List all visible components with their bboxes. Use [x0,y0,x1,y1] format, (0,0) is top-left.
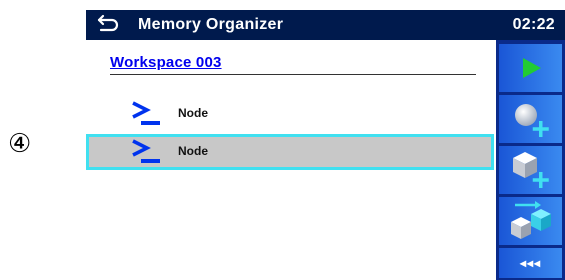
node-prompt-icon [132,101,160,125]
return-arrow-icon[interactable] [96,12,122,36]
node-label: Node [178,144,208,158]
title-bar: Memory Organizer 02:22 [86,10,565,40]
start-test-button[interactable] [499,44,562,92]
move-node-button[interactable] [499,197,562,245]
tree-node[interactable]: Node [86,96,494,132]
tree-panel: Workspace 003 Node Node [86,40,496,280]
add-node-button[interactable] [499,146,562,194]
node-label: Node [178,106,208,120]
workspace-label[interactable]: Workspace 003 [110,54,222,71]
add-measurement-button[interactable] [499,95,562,143]
move-cubes-icon [510,201,551,239]
step-marker: ④ [8,129,32,159]
action-sidebar: ◂◂◂ [496,40,565,280]
tree-node-selected[interactable]: Node [86,134,494,170]
collapse-icon: ◂◂◂ [519,256,542,270]
page-title: Memory Organizer [138,16,284,33]
node-prompt-icon [132,139,160,163]
workspace-header[interactable]: Workspace 003 [110,54,476,75]
add-sphere-icon [514,104,549,137]
collapse-sidebar-button[interactable]: ◂◂◂ [499,248,562,278]
device-screen: Memory Organizer 02:22 Workspace 003 Nod… [86,10,565,280]
clock: 02:22 [512,16,555,33]
add-cube-icon [512,152,549,188]
play-icon [522,58,541,78]
